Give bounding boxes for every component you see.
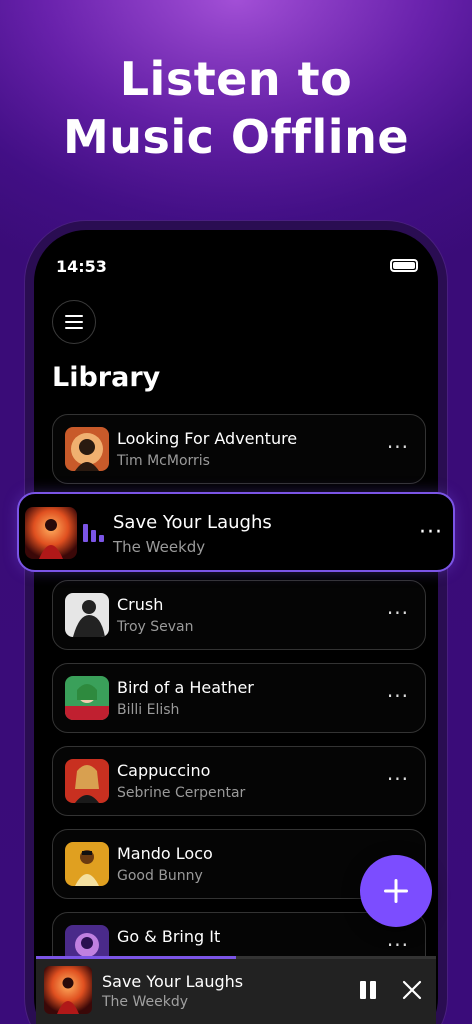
more-icon[interactable]: ··· [387, 437, 409, 457]
track-title: Save Your Laughs [113, 512, 272, 533]
album-art [65, 759, 109, 803]
promo-headline: Listen to Music Offline [0, 50, 472, 166]
track-title: Looking For Adventure [117, 429, 298, 448]
close-icon[interactable] [402, 980, 422, 1000]
track-item[interactable]: Looking For Adventure Tim McMorris ··· [52, 414, 426, 484]
equalizer-icon [83, 524, 104, 542]
album-art [65, 593, 109, 637]
more-icon[interactable]: ··· [387, 603, 409, 623]
mini-player[interactable]: Save Your Laughs The Weekdy [36, 956, 436, 1024]
track-title: Cappuccino [117, 761, 211, 780]
track-item[interactable]: Bird of a Heather Billi Elish ··· [52, 663, 426, 733]
album-art [65, 676, 109, 720]
track-artist: Billi Elish [117, 702, 180, 718]
more-icon[interactable]: ··· [387, 935, 409, 955]
playback-progress-fill [36, 956, 236, 959]
page-title: Library [52, 362, 161, 393]
track-artist: Troy Sevan [117, 619, 194, 635]
add-button[interactable] [360, 855, 432, 927]
album-art [44, 966, 92, 1014]
now-playing-track-card[interactable]: Save Your Laughs The Weekdy ··· [17, 492, 455, 572]
hamburger-icon [65, 315, 83, 317]
headline-line-2: Music Offline [62, 110, 410, 164]
track-title: Go & Bring It [117, 927, 221, 946]
more-icon[interactable]: ··· [419, 520, 443, 545]
album-art [25, 507, 77, 559]
track-item[interactable]: Crush Troy Sevan ··· [52, 580, 426, 650]
track-artist: Sebrine Cerpentar [117, 785, 246, 801]
album-art [65, 842, 109, 886]
more-icon[interactable]: ··· [387, 769, 409, 789]
track-title: Bird of a Heather [117, 678, 254, 697]
more-icon[interactable]: ··· [387, 686, 409, 706]
headline-line-1: Listen to [119, 52, 353, 106]
track-item[interactable]: Cappuccino Sebrine Cerpentar ··· [52, 746, 426, 816]
track-title: Mando Loco [117, 844, 213, 863]
track-artist: Good Bunny [117, 868, 203, 884]
battery-icon [390, 259, 418, 272]
mini-player-title: Save Your Laughs [102, 972, 244, 991]
track-artist: The Weekdy [113, 538, 206, 556]
mini-player-artist: The Weekdy [102, 994, 189, 1010]
track-artist: Tim McMorris [117, 453, 210, 469]
pause-icon[interactable] [358, 980, 378, 1000]
track-title: Crush [117, 595, 164, 614]
menu-button[interactable] [52, 300, 96, 344]
playback-progress[interactable] [36, 956, 436, 959]
plus-icon [384, 879, 408, 903]
status-time: 14:53 [56, 257, 107, 276]
album-art [65, 427, 109, 471]
